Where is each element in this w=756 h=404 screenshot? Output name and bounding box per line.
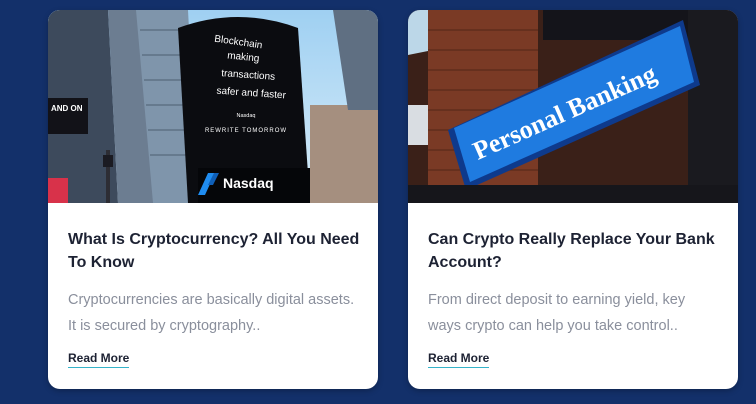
nasdaq-tower-photo-icon: AND ON Blockchain making transactions sa…: [48, 10, 378, 203]
read-more-link[interactable]: Read More: [428, 351, 490, 368]
read-more-link[interactable]: Read More: [68, 351, 130, 368]
article-title[interactable]: Can Crypto Really Replace Your Bank Acco…: [428, 228, 720, 274]
article-excerpt: Cryptocurrencies are basically digital a…: [68, 292, 355, 334]
screen-tagline: REWRITE TOMORROW: [205, 128, 287, 134]
article-card[interactable]: AND ON Blockchain making transactions sa…: [48, 10, 378, 389]
article-excerpt: From direct deposit to earning yield, ke…: [428, 292, 686, 334]
nasdaq-brand-text: Nasdaq: [223, 175, 274, 191]
article-thumbnail[interactable]: AND ON Blockchain making transactions sa…: [48, 10, 378, 203]
screen-sub-brand: Nasdaq: [237, 113, 256, 119]
article-title[interactable]: What Is Cryptocurrency? All You Need To …: [68, 228, 360, 274]
article-thumbnail[interactable]: Personal Banking: [408, 10, 738, 203]
article-card[interactable]: Personal Banking Can Crypto Really Repla…: [408, 10, 738, 389]
personal-banking-sign-photo-icon: Personal Banking: [408, 10, 738, 203]
side-sign-text: AND ON: [51, 104, 83, 113]
